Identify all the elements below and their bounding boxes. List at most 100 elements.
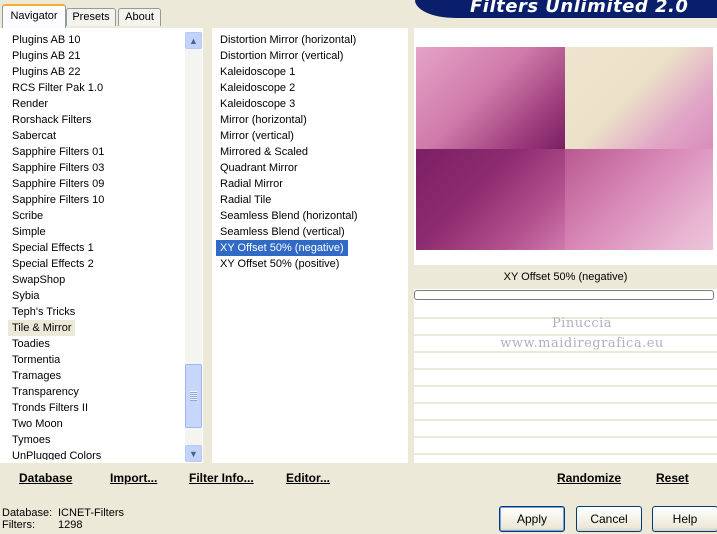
filter-item[interactable]: XY Offset 50% (positive) (216, 256, 406, 272)
filter-item-label: Mirrored & Scaled (220, 146, 309, 158)
scroll-up-button[interactable]: ▲ (185, 32, 202, 49)
category-item[interactable]: Plugins AB 21 (8, 48, 184, 64)
filter-item[interactable]: Mirrored & Scaled (216, 144, 406, 160)
app-title: Filters Unlimited 2.0 (470, 0, 689, 17)
column-divider (203, 28, 212, 463)
filter-item[interactable]: Quadrant Mirror (216, 160, 406, 176)
tab-about[interactable]: About (118, 8, 161, 26)
filter-item-label: Radial Mirror (220, 178, 283, 190)
category-item-label: Two Moon (12, 418, 63, 430)
filter-item[interactable]: Radial Tile (216, 192, 406, 208)
category-item[interactable]: Tramages (8, 368, 184, 384)
chevron-down-icon: ▼ (189, 448, 198, 459)
category-item-label: UnPlugged Colors (12, 450, 102, 460)
filter-item[interactable]: Seamless Blend (vertical) (216, 224, 406, 240)
scroll-thumb[interactable] (185, 364, 202, 428)
filter-item[interactable]: Kaleidoscope 1 (216, 64, 406, 80)
filter-preview-image (416, 47, 713, 250)
category-item[interactable]: Toadies (8, 336, 184, 352)
category-item[interactable]: RCS Filter Pak 1.0 (8, 80, 184, 96)
category-item[interactable]: Plugins AB 10 (8, 32, 184, 48)
category-item[interactable]: Tormentia (8, 352, 184, 368)
preview-pane: XY Offset 50% (negative) Pinuccia www.ma… (414, 28, 717, 463)
category-item[interactable]: Sybia (8, 288, 184, 304)
category-item[interactable]: Sabercat (8, 128, 184, 144)
parameter-row (414, 404, 717, 421)
filter-info-link[interactable]: Filter Info... (189, 471, 254, 485)
apply-button[interactable]: Apply (499, 506, 565, 532)
category-item[interactable]: Rorshack Filters (8, 112, 184, 128)
category-item[interactable]: Transparency (8, 384, 184, 400)
import-link[interactable]: Import... (110, 471, 157, 485)
tab-presets[interactable]: Presets (66, 8, 116, 26)
filter-item-label: Distortion Mirror (vertical) (220, 50, 344, 62)
category-scrollbar[interactable]: ▲ ▼ (185, 32, 202, 462)
category-list[interactable]: Plugins AB 10 Plugins AB 21 Plugins AB 22 R… (8, 32, 184, 460)
filter-item[interactable]: Kaleidoscope 2 (216, 80, 406, 96)
randomize-link[interactable]: Randomize (557, 471, 621, 485)
app-banner: Filters Unlimited 2.0 (415, 0, 717, 18)
parameter-row (414, 370, 717, 387)
filter-item-label: Mirror (vertical) (220, 130, 294, 142)
filter-item[interactable]: Seamless Blend (horizontal) (216, 208, 406, 224)
category-item[interactable]: Render (8, 96, 184, 112)
category-item-label: Scribe (12, 210, 44, 222)
category-item[interactable]: Plugins AB 22 (8, 64, 184, 80)
reset-link[interactable]: Reset (656, 471, 689, 485)
category-item[interactable]: SwapShop (8, 272, 184, 288)
category-item-label: Plugins AB 10 (12, 34, 81, 46)
database-link[interactable]: Database (19, 471, 72, 485)
filter-item[interactable]: Radial Mirror (216, 176, 406, 192)
parameter-row (414, 353, 717, 370)
preview-quadrant (416, 47, 565, 149)
category-item[interactable]: Tymoes (8, 432, 184, 448)
filter-item[interactable]: Mirror (horizontal) (216, 112, 406, 128)
category-item-label: Plugins AB 21 (12, 50, 81, 62)
category-item[interactable]: Tile & Mirror (8, 320, 184, 336)
preview-quadrant (564, 47, 713, 149)
category-item[interactable]: Two Moon (8, 416, 184, 432)
category-item-label: Sapphire Filters 03 (12, 162, 105, 174)
filter-list[interactable]: Distortion Mirror (horizontal) Distortion… (216, 32, 406, 460)
filter-item[interactable]: Distortion Mirror (horizontal) (216, 32, 406, 48)
editor-link[interactable]: Editor... (286, 471, 330, 485)
category-item[interactable]: Sapphire Filters 10 (8, 192, 184, 208)
filter-item[interactable]: Distortion Mirror (vertical) (216, 48, 406, 64)
status-info: Database: ICNET-Filters Filters: 1298 (2, 507, 202, 531)
filter-item-label: Seamless Blend (vertical) (220, 226, 345, 238)
category-item-label: Tile & Mirror (8, 320, 76, 336)
category-item[interactable]: Teph's Tricks (8, 304, 184, 320)
category-item-label: Toadies (12, 338, 50, 350)
category-item[interactable]: Special Effects 2 (8, 256, 184, 272)
category-item[interactable]: Scribe (8, 208, 184, 224)
grip-icon (190, 391, 197, 401)
category-item-label: Tymoes (12, 434, 51, 446)
category-item[interactable]: Sapphire Filters 01 (8, 144, 184, 160)
tab-navigator[interactable]: Navigator (2, 4, 66, 28)
category-item[interactable]: Sapphire Filters 09 (8, 176, 184, 192)
category-item-label: Sapphire Filters 09 (12, 178, 105, 190)
help-button[interactable]: Help (652, 506, 717, 532)
scroll-down-button[interactable]: ▼ (185, 445, 202, 462)
category-item[interactable]: Sapphire Filters 03 (8, 160, 184, 176)
filter-item[interactable]: Kaleidoscope 3 (216, 96, 406, 112)
filter-item-label: Kaleidoscope 2 (220, 82, 296, 94)
category-item-label: Rorshack Filters (12, 114, 92, 126)
category-item-label: Sapphire Filters 01 (12, 146, 105, 158)
filter-item-label: XY Offset 50% (negative) (216, 240, 348, 256)
category-item[interactable]: Tronds Filters II (8, 400, 184, 416)
category-item-label: Sapphire Filters 10 (12, 194, 105, 206)
category-item-label: Tramages (12, 370, 62, 382)
filter-item[interactable]: XY Offset 50% (negative) (216, 240, 406, 256)
category-item[interactable]: Special Effects 1 (8, 240, 184, 256)
category-item[interactable]: UnPlugged Colors (8, 448, 184, 460)
filter-item[interactable]: Mirror (vertical) (216, 128, 406, 144)
watermark: Pinuccia www.maidiregrafica.eu (492, 314, 672, 354)
cancel-button[interactable]: Cancel (576, 506, 642, 532)
progress-bar (414, 290, 714, 300)
main-panel: Plugins AB 10 Plugins AB 21 Plugins AB 22 R… (0, 28, 717, 463)
category-item[interactable]: Simple (8, 224, 184, 240)
database-label: Database: (2, 507, 53, 519)
filter-item-label: Kaleidoscope 3 (220, 98, 296, 110)
filter-item-label: Quadrant Mirror (220, 162, 298, 174)
